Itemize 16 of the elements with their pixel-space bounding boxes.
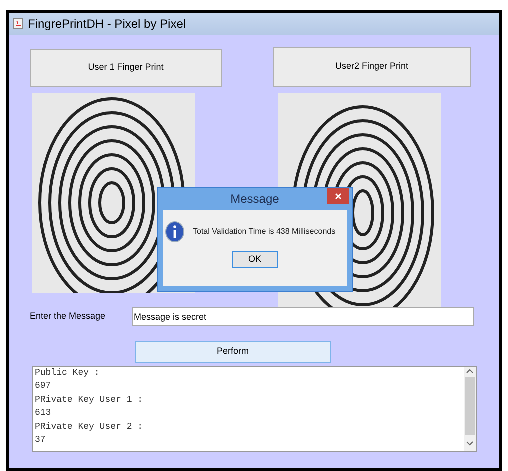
user-1-fingerprint-button[interactable]: User 1 Finger Print [30, 49, 222, 87]
perform-button[interactable]: Perform [135, 340, 331, 363]
ok-button[interactable]: OK [232, 251, 278, 268]
output-line: 613 [35, 407, 52, 420]
output-line: 697 [35, 380, 52, 394]
message-input-field[interactable]: Message is secret [132, 307, 474, 326]
user-2-fingerprint-button[interactable]: User2 Finger Print [273, 47, 471, 87]
output-text-area[interactable]: Public Key : 697 PRivate Key User 1 : 613 PRivate Key User 2 : 37 [32, 366, 477, 452]
output-line: PRivate Key User 1 : [35, 394, 144, 407]
message-label: Enter the Message [30, 310, 107, 323]
output-line: Public Key : [35, 366, 101, 380]
dialog-title: Message [230, 191, 280, 208]
output-line: PRivate Key User 2 : [35, 420, 144, 434]
window-title: FingrePrintDH - Pixel by Pixel [28, 16, 186, 33]
dialog-message: Total Validation Time is 438 Milliseconds [193, 226, 336, 238]
output-line: 37 [35, 434, 47, 448]
